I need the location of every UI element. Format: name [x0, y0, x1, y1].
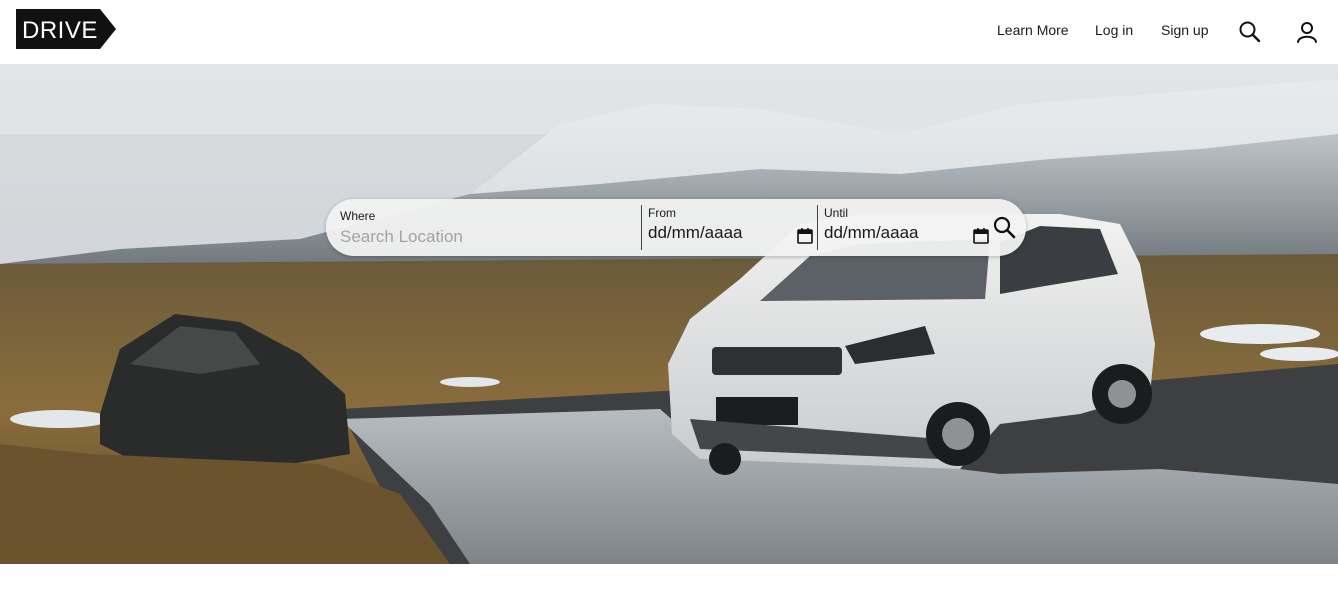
- until-label: Until: [824, 206, 849, 220]
- calendar-icon[interactable]: [972, 227, 990, 245]
- from-label: From: [648, 206, 676, 220]
- search-icon[interactable]: [1238, 20, 1262, 44]
- hero-image: [0, 64, 1338, 564]
- search-bar: Where From dd/mm/aaaa Until dd/mm/aaaa: [326, 199, 1026, 256]
- from-date-input[interactable]: dd/mm/aaaa: [648, 223, 743, 243]
- until-date-field[interactable]: Until dd/mm/aaaa: [818, 199, 996, 256]
- logo-text: DRIVE: [22, 17, 98, 44]
- hero-banner: [0, 64, 1338, 564]
- search-icon: [993, 216, 1016, 239]
- log-in-link[interactable]: Log in: [1095, 22, 1133, 38]
- top-navbar: DRIVE Learn More Log in Sign up: [0, 0, 1338, 64]
- where-field[interactable]: Where: [326, 199, 641, 256]
- until-date-input[interactable]: dd/mm/aaaa: [824, 223, 919, 243]
- calendar-icon[interactable]: [796, 227, 814, 245]
- from-date-field[interactable]: From dd/mm/aaaa: [642, 199, 818, 256]
- location-search-input[interactable]: [340, 226, 630, 248]
- user-icon[interactable]: [1295, 20, 1319, 44]
- learn-more-link[interactable]: Learn More: [997, 22, 1069, 38]
- sign-up-link[interactable]: Sign up: [1161, 22, 1208, 38]
- search-submit-button[interactable]: [992, 215, 1018, 241]
- drive-logo[interactable]: DRIVE: [16, 9, 116, 49]
- where-label: Where: [340, 209, 376, 223]
